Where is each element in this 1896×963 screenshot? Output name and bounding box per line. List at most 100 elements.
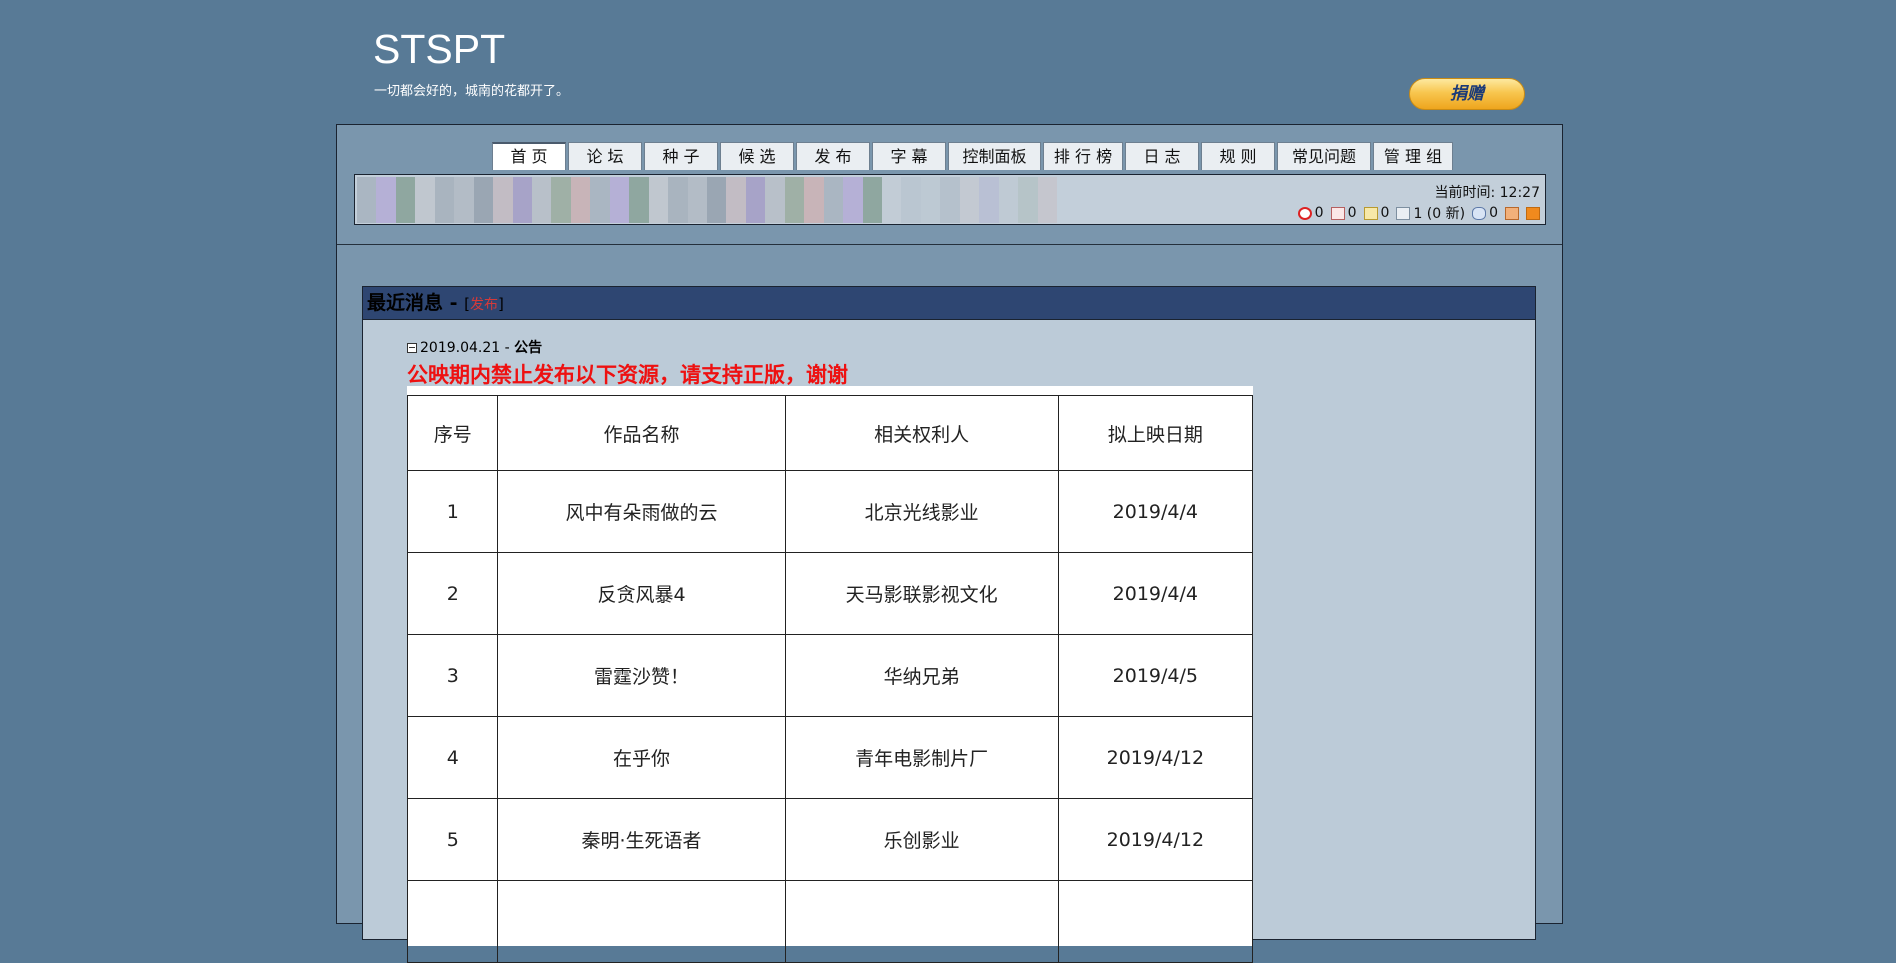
redacted-user-info	[357, 177, 1057, 223]
site-title: STSPT	[373, 26, 506, 72]
rss-icon[interactable]	[1526, 206, 1540, 220]
redaction-pixel	[804, 200, 824, 223]
post-news-link[interactable]: 发布	[470, 297, 498, 313]
main-frame: 首 页 论 坛 种 子 候 选 发 布 字 幕 控制面板 排 行 榜 日 志 规…	[336, 124, 1563, 963]
cell-release-date: 2019/4/12	[1057, 716, 1254, 799]
cell-rightsholder: 乐创影业	[784, 798, 1059, 881]
tab-top[interactable]: 排 行 榜	[1043, 142, 1123, 170]
table-row	[406, 880, 1254, 963]
redaction-pixel	[920, 200, 941, 223]
cell-release-date: 2019/4/4	[1057, 552, 1254, 635]
redaction-pixel	[979, 177, 999, 200]
ban-count: 0	[1314, 205, 1324, 221]
redaction-pixel	[493, 200, 513, 223]
time-label: 当前时间:	[1434, 185, 1496, 201]
table-row: 5 秦明·生死语者 乐创影业 2019/4/12	[406, 798, 1254, 881]
peer-count: 0	[1489, 205, 1498, 221]
news-category: 公告	[514, 340, 543, 356]
redaction-pixel	[745, 177, 766, 200]
ban-icon[interactable]	[1297, 206, 1312, 220]
cell-title: 雷霆沙赞！	[497, 634, 786, 717]
redaction-pixel	[823, 200, 844, 223]
friends-icon[interactable]	[1505, 206, 1519, 220]
col-header-rightsholder: 相关权利人	[784, 395, 1059, 471]
tab-home[interactable]: 首 页	[492, 142, 566, 170]
redaction-pixel	[940, 200, 960, 223]
message-icon[interactable]	[1396, 206, 1411, 220]
redaction-pixel	[687, 177, 707, 200]
redaction-pixel	[668, 177, 688, 200]
redaction-pixel	[570, 200, 591, 223]
peer-icon[interactable]	[1472, 206, 1487, 220]
cell-release-date: 2019/4/5	[1057, 634, 1254, 717]
tab-faq[interactable]: 常见问题	[1277, 142, 1371, 170]
inbox-icon[interactable]	[1330, 206, 1345, 220]
redaction-pixel	[745, 200, 766, 223]
tab-staff[interactable]: 管 理 组	[1373, 142, 1453, 170]
redaction-pixel	[415, 200, 435, 223]
message-count: 1 (0 新)	[1413, 206, 1466, 222]
redaction-pixel	[551, 177, 571, 200]
redaction-pixel	[920, 177, 941, 200]
redaction-pixel	[512, 200, 532, 223]
news-title: 公映期内禁止发布以下资源，请支持正版，谢谢	[407, 363, 848, 387]
redaction-pixel	[843, 177, 863, 200]
redaction-pixel	[979, 200, 999, 223]
cell-no: 4	[406, 716, 499, 799]
tab-torrents[interactable]: 种 子	[644, 142, 718, 170]
cell-title	[497, 880, 786, 963]
tab-offers[interactable]: 候 选	[720, 142, 794, 170]
user-stats: 0 0 0 1 (0 新) 0	[1294, 203, 1540, 223]
redaction-pixel	[726, 200, 746, 223]
redaction-pixel	[901, 200, 921, 223]
table-header-row: 序号 作品名称 相关权利人 拟上映日期	[406, 395, 1254, 471]
new-mail-icon[interactable]	[1363, 206, 1378, 220]
redaction-pixel	[454, 177, 474, 200]
tab-subtitles[interactable]: 字 幕	[872, 142, 946, 170]
cell-title: 反贪风暴4	[497, 552, 786, 635]
redaction-pixel	[629, 200, 649, 223]
tab-usercp[interactable]: 控制面板	[948, 142, 1041, 170]
redaction-pixel	[454, 200, 474, 223]
cell-rightsholder: 华纳兄弟	[784, 634, 1059, 717]
redaction-pixel	[862, 177, 882, 200]
cell-release-date: 2019/4/12	[1057, 798, 1254, 881]
redaction-pixel	[707, 200, 727, 223]
redaction-pixel	[570, 177, 591, 200]
cell-no	[406, 880, 499, 963]
redaction-pixel	[434, 200, 455, 223]
redaction-pixel	[551, 200, 571, 223]
donate-button[interactable]: 捐赠	[1409, 78, 1525, 110]
cell-title: 秦明·生死语者	[497, 798, 786, 881]
tab-forum[interactable]: 论 坛	[568, 142, 642, 170]
tab-upload[interactable]: 发 布	[796, 142, 870, 170]
col-header-release-date: 拟上映日期	[1057, 395, 1254, 471]
redaction-pixel	[823, 177, 844, 200]
redaction-pixel	[395, 200, 416, 223]
redaction-pixel	[843, 200, 863, 223]
cell-no: 2	[406, 552, 499, 635]
cell-no: 3	[406, 634, 499, 717]
cell-rightsholder: 北京光线影业	[784, 470, 1059, 553]
redaction-pixel	[648, 177, 669, 200]
table-row: 2 反贪风暴4 天马影联影视文化 2019/4/4	[406, 552, 1254, 635]
redaction-pixel	[862, 200, 882, 223]
redaction-pixel	[668, 200, 688, 223]
cell-rightsholder: 天马影联影视文化	[784, 552, 1059, 635]
redaction-pixel	[473, 177, 494, 200]
time-value: 12:27	[1499, 185, 1540, 201]
news-meta: 2019.04.21 - 公告	[407, 337, 542, 357]
collapse-icon[interactable]	[407, 343, 417, 353]
redaction-pixel	[434, 177, 455, 200]
redaction-pixel	[376, 177, 396, 200]
redaction-pixel	[609, 200, 630, 223]
redaction-pixel	[357, 200, 377, 223]
redaction-pixel	[395, 177, 416, 200]
tab-rules[interactable]: 规 则	[1201, 142, 1275, 170]
redaction-pixel	[959, 177, 980, 200]
tab-log[interactable]: 日 志	[1125, 142, 1199, 170]
redaction-pixel	[998, 200, 1019, 223]
cell-title: 风中有朵雨做的云	[497, 470, 786, 553]
redaction-pixel	[415, 177, 435, 200]
news-image: 序号 作品名称 相关权利人 拟上映日期 1 风中有朵雨做的云 北京光线影业 20…	[406, 386, 1254, 963]
